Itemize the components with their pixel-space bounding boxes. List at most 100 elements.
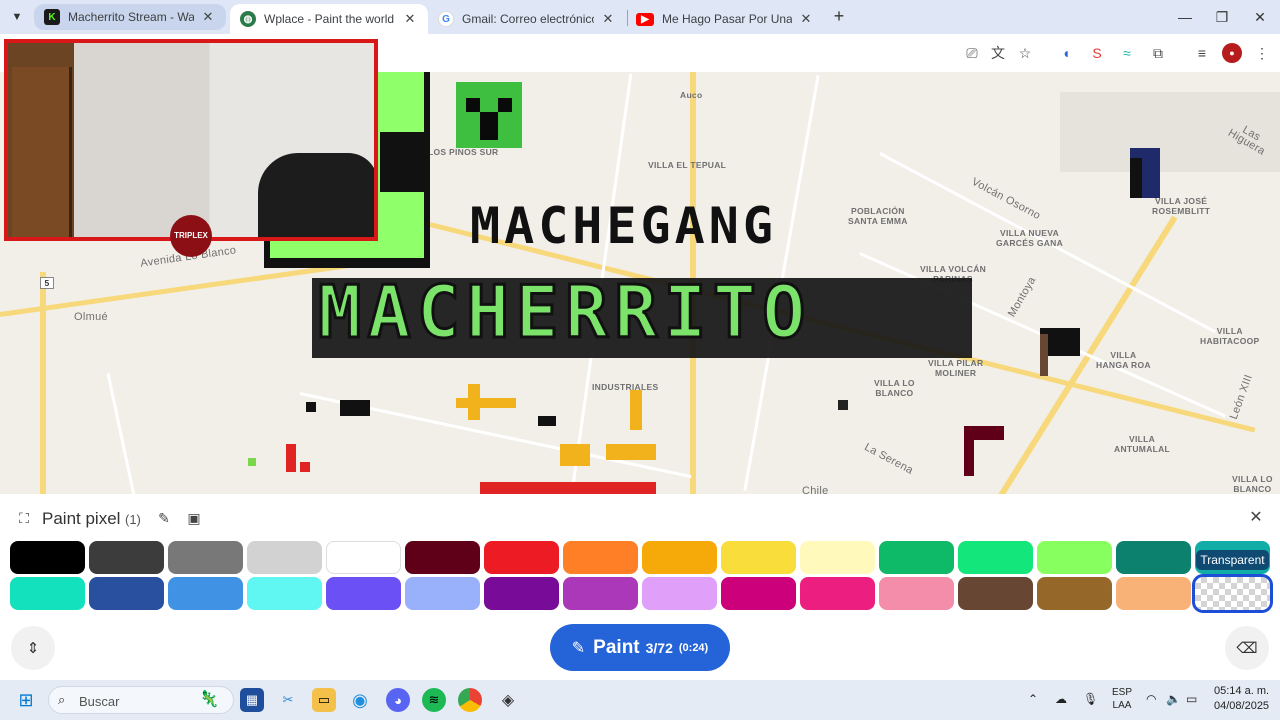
paint-timer: (0:24): [678, 641, 709, 654]
color-swatch-transparent[interactable]: [1192, 574, 1273, 613]
tab-youtube[interactable]: ▶ Me Hago Pasar Por Una Figura ✕: [626, 4, 824, 34]
color-swatch[interactable]: [800, 541, 875, 574]
maximize-icon[interactable]: ❐: [1207, 6, 1237, 28]
pencil-icon[interactable]: ✎: [156, 510, 172, 526]
close-tab-icon[interactable]: ✕: [798, 11, 814, 27]
color-swatch[interactable]: [721, 541, 796, 574]
color-swatch[interactable]: [326, 577, 401, 610]
pixel-art-machegang: MACHEGANG: [470, 197, 777, 255]
tab-gmail[interactable]: G Gmail: Correo electrónico gratuito ✕: [428, 4, 626, 34]
pixel-art-creeper-mouth: [480, 112, 498, 140]
panel-title: Paint pixel: [42, 509, 121, 528]
color-swatch[interactable]: [326, 541, 401, 574]
color-swatch[interactable]: [879, 577, 954, 610]
tab-wplace[interactable]: ◍ Wplace - Paint the world ✕: [230, 4, 428, 34]
close-tab-icon[interactable]: ✕: [200, 9, 216, 25]
map-label: VILLA LO BLANCO: [1232, 474, 1273, 494]
color-swatch[interactable]: [1116, 577, 1191, 610]
color-swatch[interactable]: [405, 577, 480, 610]
install-app-icon[interactable]: ⎚: [962, 43, 982, 63]
extension-audio-icon[interactable]: ◖: [1056, 43, 1076, 63]
profile-avatar[interactable]: ●: [1222, 43, 1242, 63]
color-swatch[interactable]: [958, 577, 1033, 610]
bookmark-star-icon[interactable]: ☆: [1015, 43, 1035, 63]
expand-icon[interactable]: ⛶: [16, 510, 32, 526]
color-swatch[interactable]: [484, 577, 559, 610]
pixel-art-orange-block: [560, 444, 590, 466]
pixel-art-dark-pixel: [1130, 158, 1142, 198]
spotify-icon[interactable]: ≋: [422, 688, 446, 712]
color-swatch[interactable]: [405, 541, 480, 574]
collapse-panel-icon[interactable]: ⇕: [11, 626, 55, 670]
globe-icon: ◍: [240, 11, 256, 27]
battery-icon[interactable]: ▭: [1186, 692, 1197, 706]
color-swatch[interactable]: [879, 541, 954, 574]
show-hidden-icons-icon[interactable]: ⌃: [1028, 692, 1038, 706]
edge-icon[interactable]: ◉: [348, 688, 372, 712]
map-label: VILLA ANTUMALAL: [1114, 434, 1171, 454]
color-swatch[interactable]: [1116, 541, 1191, 574]
color-swatch[interactable]: [563, 541, 638, 574]
close-window-icon[interactable]: ✕: [1245, 6, 1275, 28]
color-swatch[interactable]: [1037, 577, 1112, 610]
color-swatch[interactable]: [721, 577, 796, 610]
close-tab-icon[interactable]: ✕: [402, 11, 418, 27]
color-swatch[interactable]: [1037, 541, 1112, 574]
webcam-video: [8, 43, 374, 237]
language-indicator[interactable]: ESP LAA: [1112, 686, 1132, 712]
webcam-door: [12, 67, 72, 237]
volume-icon[interactable]: 🔈: [1166, 692, 1181, 706]
snipping-tool-icon[interactable]: ✂: [276, 688, 300, 712]
media-control-icon[interactable]: ≡: [1192, 43, 1212, 63]
wifi-icon[interactable]: ◠: [1146, 692, 1156, 706]
color-swatch[interactable]: [484, 541, 559, 574]
map-label: Auco: [680, 90, 703, 100]
close-tab-icon[interactable]: ✕: [600, 11, 616, 27]
system-clock[interactable]: 05:14 a. m. 04/08/2025: [1214, 684, 1269, 714]
pixel-art-creeper-eye: [498, 98, 512, 112]
discord-icon[interactable]: ◕: [386, 688, 410, 712]
color-swatch[interactable]: [168, 577, 243, 610]
image-icon[interactable]: ▣: [186, 510, 202, 526]
new-tab-icon[interactable]: +: [830, 7, 848, 25]
map-label: LOS PINOS SUR: [428, 147, 499, 157]
task-view-icon[interactable]: ▦: [240, 688, 264, 712]
tab-search-chevron-icon[interactable]: ▼: [6, 6, 28, 28]
tab-macherrito-stream[interactable]: K Macherrito Stream - Watch Live ✕: [34, 4, 226, 30]
color-swatch[interactable]: [10, 577, 85, 610]
color-swatch[interactable]: [642, 541, 717, 574]
color-swatch[interactable]: [800, 577, 875, 610]
color-swatch[interactable]: [958, 541, 1033, 574]
extension-s-icon[interactable]: S: [1087, 43, 1107, 63]
color-swatch[interactable]: [247, 577, 322, 610]
color-swatch[interactable]: [642, 577, 717, 610]
language-code: ESP: [1112, 687, 1133, 698]
chrome-icon[interactable]: [458, 688, 482, 712]
windows-start-icon[interactable]: ⊞: [14, 688, 38, 712]
color-swatch[interactable]: [10, 541, 85, 574]
color-swatch[interactable]: [89, 541, 164, 574]
pixel-art-flag-pole: [964, 426, 974, 476]
transparent-tooltip: Transparent: [1196, 550, 1269, 570]
map-label: Volcán Osorno: [969, 175, 1043, 223]
map-label: Olmué: [74, 311, 108, 323]
taskbar-search[interactable]: ⌕ Buscar 🦎: [48, 686, 234, 714]
browser-menu-icon[interactable]: ⋮: [1252, 43, 1272, 63]
onedrive-icon[interactable]: ☁: [1055, 692, 1067, 706]
color-swatch[interactable]: [563, 577, 638, 610]
color-swatch[interactable]: [89, 577, 164, 610]
pixel-art-dark-pixel: [340, 400, 370, 416]
minimize-icon[interactable]: —: [1170, 6, 1200, 28]
paint-button[interactable]: ✎ Paint 3/72 (0:24): [550, 624, 730, 671]
extension-wplace-icon[interactable]: ≈: [1117, 43, 1137, 63]
file-explorer-icon[interactable]: ▭: [312, 688, 336, 712]
pixel-art-orange-block: [630, 390, 642, 430]
color-swatch[interactable]: [168, 541, 243, 574]
eraser-icon[interactable]: ⌫: [1225, 626, 1269, 670]
app-icon[interactable]: ◈: [496, 688, 520, 712]
close-panel-icon[interactable]: ✕: [1248, 510, 1264, 526]
extensions-puzzle-icon[interactable]: ⧉: [1148, 43, 1168, 63]
microphone-icon[interactable]: 🎙: [1083, 692, 1098, 706]
color-swatch[interactable]: [247, 541, 322, 574]
translate-icon[interactable]: 文: [988, 43, 1008, 63]
